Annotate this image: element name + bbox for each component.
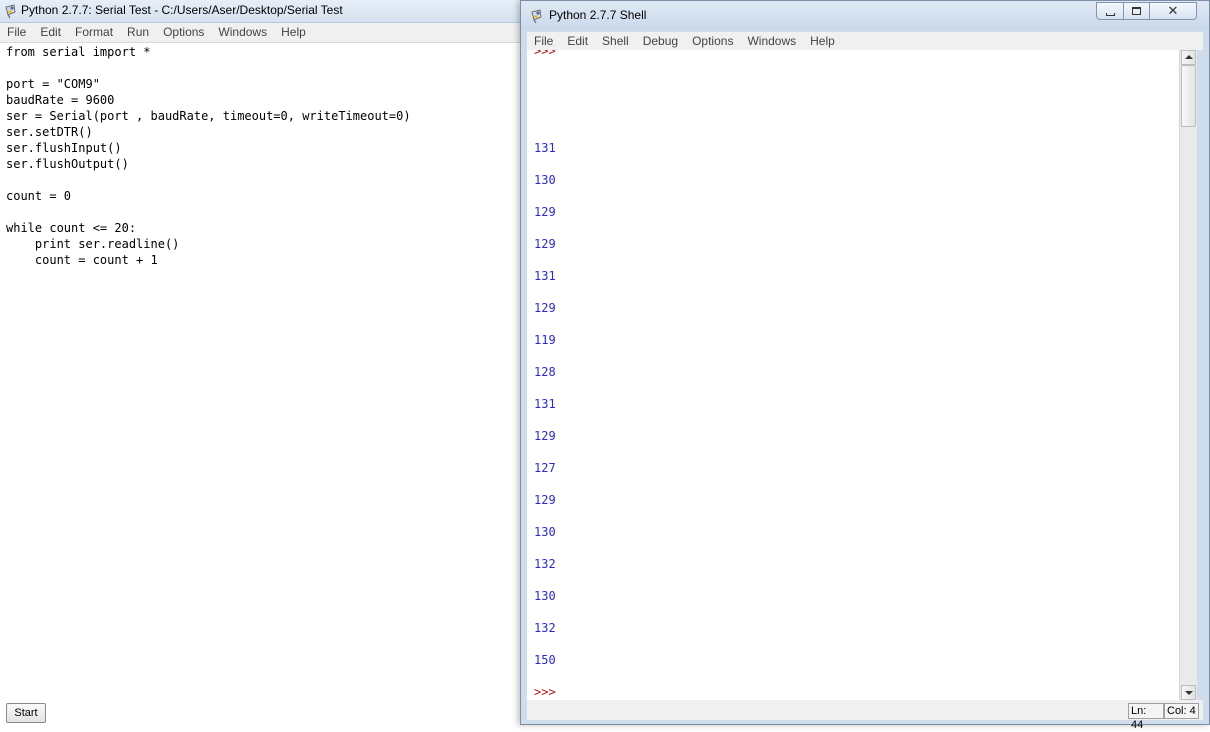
shell-output-line: 129 [534,237,556,251]
shell-output-line: 131 [534,397,556,411]
shell-menu-shell[interactable]: Shell [595,32,636,51]
shell-output-line: 150 [534,653,556,667]
python-idle-icon [5,4,16,19]
minimize-icon [1105,12,1115,16]
shell-output-line: 127 [534,461,556,475]
editor-menu-file[interactable]: File [0,23,33,42]
shell-titlebar[interactable]: Python 2.7.7 Shell ✕ [521,1,1209,31]
start-button[interactable]: Start [6,703,46,723]
shell-output-line: 119 [534,333,556,347]
shell-output-line: 131 [534,141,556,155]
scroll-up-button[interactable] [1181,50,1196,65]
shell-output-line: 132 [534,557,556,571]
editor-menu-run[interactable]: Run [120,23,156,42]
shell-menu-edit[interactable]: Edit [560,32,595,51]
status-line: Ln: 44 [1128,703,1164,731]
shell-prompt[interactable]: >>> [534,685,556,699]
shell-output-line: 130 [534,589,556,603]
shell-title: Python 2.7.7 Shell [549,8,647,22]
shell-output-line: 130 [534,525,556,539]
code-editor[interactable]: from serial import * port = "COM9" baudR… [6,44,411,268]
editor-menu-options[interactable]: Options [156,23,211,42]
python-idle-icon [531,9,542,24]
shell-output-line: 128 [534,365,556,379]
shell-output-area[interactable]: >>> 131 130 129 129 131 129 119 128 131 129 127 129… [527,50,1179,700]
vertical-scrollbar[interactable] [1179,50,1197,700]
arrow-up-icon [1185,55,1193,59]
shell-output-line: 131 [534,269,556,283]
close-icon: ✕ [1167,3,1179,19]
shell-menu-options[interactable]: Options [685,32,740,51]
status-bar: Ln: 44 Col: 4 [527,700,1203,731]
shell-output-line: 130 [534,173,556,187]
scrollbar-thumb[interactable] [1181,65,1196,127]
shell-output-line: 129 [534,429,556,443]
shell-menu-help[interactable]: Help [803,32,842,51]
editor-title: Python 2.7.7: Serial Test - C:/Users/Ase… [21,3,343,17]
shell-output-line: 129 [534,301,556,315]
shell-window: Python 2.7.7 Shell ✕ File Edit Shell Deb… [520,0,1210,731]
editor-menu-edit[interactable]: Edit [33,23,68,42]
shell-output-line: 129 [534,205,556,219]
shell-prompt-top: >>> [534,50,556,58]
maximize-icon [1132,7,1141,15]
editor-menu-windows[interactable]: Windows [211,23,274,42]
scroll-down-button[interactable] [1181,685,1196,700]
shell-output-line: 132 [534,621,556,635]
shell-menu-file[interactable]: File [527,32,560,51]
editor-menu-format[interactable]: Format [68,23,120,42]
shell-menu-debug[interactable]: Debug [636,32,685,51]
arrow-down-icon [1185,691,1193,695]
shell-output-line: 129 [534,493,556,507]
maximize-button[interactable] [1123,2,1150,20]
minimize-button[interactable] [1096,2,1124,20]
shell-menubar: File Edit Shell Debug Options Windows He… [527,32,1203,50]
editor-menu-help[interactable]: Help [274,23,313,42]
close-button[interactable]: ✕ [1149,2,1197,20]
shell-menu-windows[interactable]: Windows [740,32,803,51]
status-column: Col: 4 [1164,703,1199,719]
